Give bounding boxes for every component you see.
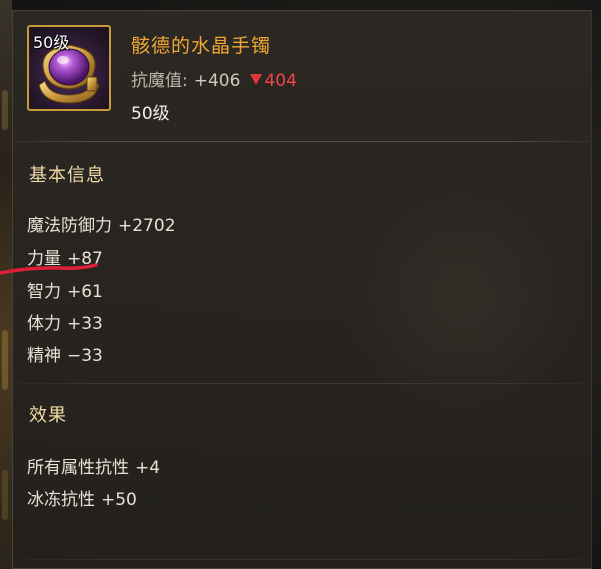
stat-value: +50 — [101, 490, 137, 510]
background-glint — [2, 330, 8, 390]
stat-label: 精神 — [27, 346, 61, 366]
magic-resist-value: +406 — [193, 71, 241, 91]
stat-label: 力量 — [27, 249, 61, 269]
item-tooltip-panel: 50级 骸德的水晶手镯 抗魔值: +406 404 50级 基本信息 魔法防御力… — [12, 10, 592, 569]
background-glint — [2, 90, 8, 130]
stat-row: 力量 +87 — [27, 244, 103, 269]
divider — [13, 141, 591, 142]
compare-value: 404 — [264, 71, 297, 91]
stat-row: 魔法防御力 +2702 — [27, 211, 176, 236]
item-name: 骸德的水晶手镯 — [131, 35, 272, 57]
magic-resist-label: 抗魔值: — [131, 71, 188, 91]
item-level-badge: 50级 — [33, 33, 70, 52]
stat-label: 体力 — [27, 314, 61, 334]
divider — [13, 383, 591, 384]
stat-value: +61 — [67, 282, 103, 302]
stat-row: 精神 −33 — [27, 341, 103, 366]
stat-value: +4 — [135, 458, 161, 478]
stat-label: 所有属性抗性 — [27, 458, 129, 478]
down-triangle-icon — [250, 74, 263, 85]
stat-label: 冰冻抗性 — [27, 490, 95, 510]
stat-value: +2702 — [118, 216, 176, 236]
stat-label: 魔法防御力 — [27, 216, 112, 236]
required-level: 50级 — [131, 104, 170, 124]
game-background-edge — [0, 0, 12, 569]
section-title-basic-info: 基本信息 — [29, 165, 105, 186]
stat-row: 体力 +33 — [27, 309, 103, 334]
divider — [13, 559, 591, 560]
background-glint — [2, 470, 8, 520]
stat-row: 冰冻抗性 +50 — [27, 485, 137, 510]
stat-value: −33 — [67, 346, 103, 366]
stat-value: +33 — [67, 314, 103, 334]
item-icon-slot: 50级 — [27, 25, 111, 111]
stat-row: 所有属性抗性 +4 — [27, 453, 160, 478]
game-screen: 50级 骸德的水晶手镯 抗魔值: +406 404 50级 基本信息 魔法防御力… — [0, 0, 601, 569]
stat-row: 智力 +61 — [27, 277, 103, 302]
stat-value: +87 — [67, 249, 103, 269]
stat-label: 智力 — [27, 282, 61, 302]
magic-resist-line: 抗魔值: +406 404 — [131, 66, 297, 91]
section-title-effects: 效果 — [29, 405, 67, 426]
